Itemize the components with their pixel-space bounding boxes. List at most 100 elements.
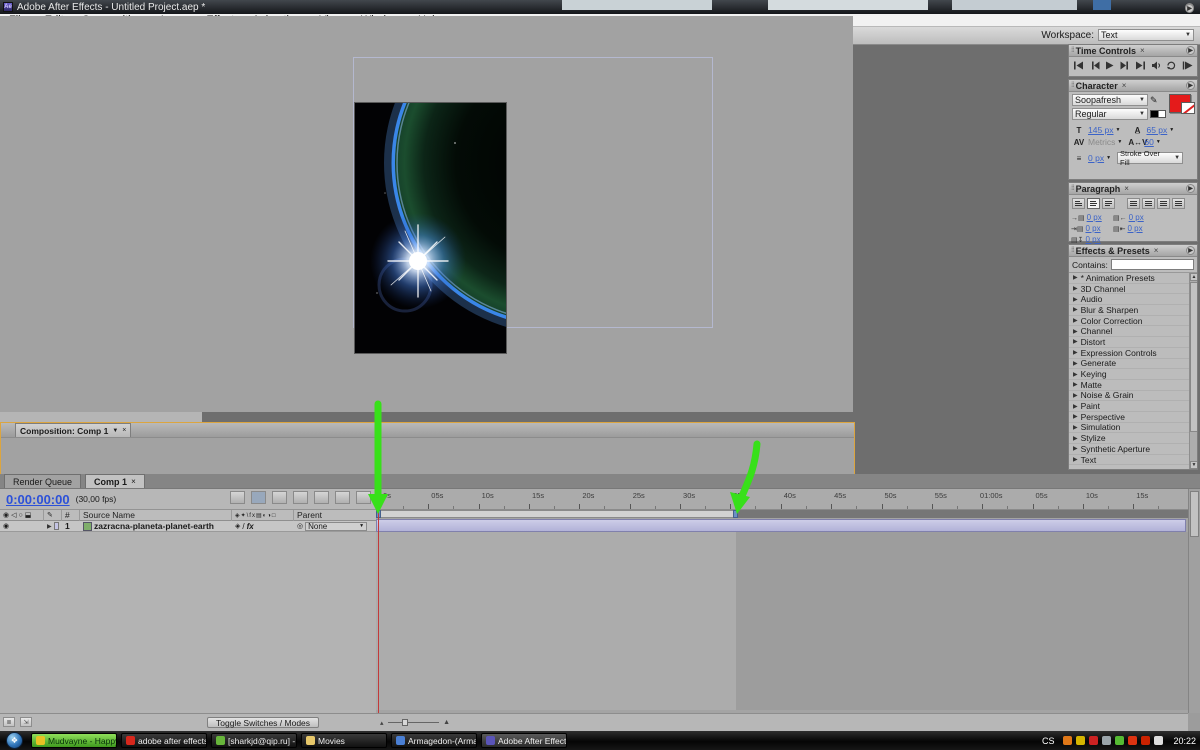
timeline-track-area[interactable]: 0s 05s 10s 15s 20s 25s 30s 35s 40s 45s 50s 55s 01:00…	[376, 489, 1188, 713]
twirl-right-icon[interactable]: ▶	[1073, 413, 1078, 420]
layer-label-chip[interactable]	[53, 522, 59, 530]
hide-shy-layers-icon[interactable]	[272, 491, 287, 504]
red-m-app-icon[interactable]	[1089, 736, 1099, 745]
align-center-button[interactable]	[1087, 198, 1100, 209]
zoom-out-mountain-icon[interactable]: ▴	[380, 719, 384, 727]
panel-menu-icon[interactable]: ▶	[1185, 4, 1194, 13]
effects-scrollbar[interactable]: ▲ ▼	[1189, 273, 1197, 469]
play-button[interactable]	[1104, 60, 1116, 71]
panel-menu-icon[interactable]: ▶	[1186, 246, 1195, 255]
close-icon[interactable]: ×	[122, 427, 126, 434]
stroke-style-select[interactable]: Stroke Over Fill ▼	[1117, 149, 1184, 167]
twirl-right-icon[interactable]: ▶	[1073, 392, 1078, 399]
language-indicator[interactable]: CS	[1042, 736, 1055, 746]
orange-app-icon[interactable]	[1063, 736, 1073, 745]
effects-category-row[interactable]: ▶ Keying	[1069, 369, 1197, 380]
auto-keyframe-icon[interactable]	[356, 491, 371, 504]
effects-category-row[interactable]: ▶ * Animation Presets	[1069, 273, 1197, 284]
justify-last-left-button[interactable]	[1127, 198, 1140, 209]
effects-category-row[interactable]: ▶ Matte	[1069, 380, 1197, 391]
work-area-bar[interactable]	[378, 510, 736, 518]
quality-switch-icon[interactable]: /	[242, 522, 244, 531]
taskbar-button-after-effects[interactable]: Adobe After Effects -...	[481, 733, 567, 748]
twirl-right-icon[interactable]: ▶	[1073, 328, 1078, 335]
multicolor-app-icon[interactable]	[1076, 736, 1086, 745]
expand-layers-icon[interactable]: ≣	[3, 717, 15, 727]
scroll-down-icon[interactable]: ▼	[1190, 461, 1197, 469]
volume-warning-icon[interactable]	[1141, 736, 1151, 745]
timeline-zoom-slider[interactable]: ▴ ▲	[380, 719, 450, 727]
effects-category-row[interactable]: ▶ Audio	[1069, 294, 1197, 306]
effects-category-row[interactable]: ▶ Perspective	[1069, 412, 1197, 423]
zoom-slider-thumb[interactable]	[401, 719, 408, 726]
contains-search-input[interactable]	[1110, 259, 1194, 270]
frame-blend-icon[interactable]	[293, 491, 308, 504]
shy-switch-icon[interactable]: ◈	[235, 522, 240, 530]
effects-category-row[interactable]: ▶ Blur & Sharpen	[1069, 305, 1197, 316]
render-queue-tab[interactable]: Render Queue	[4, 474, 82, 488]
tracking-value[interactable]: 60	[1144, 137, 1153, 147]
effects-category-row[interactable]: ▶ Generate	[1069, 358, 1197, 370]
close-icon[interactable]: ×	[1122, 81, 1127, 90]
eyedropper-icon[interactable]: ✎	[1150, 95, 1158, 106]
twirl-right-icon[interactable]: ▶	[1073, 424, 1078, 431]
panel-menu-icon[interactable]: ▶	[1186, 184, 1195, 193]
effects-category-row[interactable]: ▶ Noise & Grain	[1069, 390, 1197, 402]
twirl-right-icon[interactable]: ▶	[1073, 360, 1078, 367]
font-style-select[interactable]: Regular ▼	[1072, 108, 1148, 120]
layer-visibility-eye-icon[interactable]: ◉	[3, 522, 9, 530]
next-frame-button[interactable]	[1120, 60, 1132, 71]
taskbar-button-qip-messenger[interactable]: [sharkjd@qip.ru] - M...	[211, 733, 297, 748]
chevron-down-icon[interactable]: ▼	[1156, 139, 1161, 145]
scrollbar-thumb[interactable]	[1190, 491, 1199, 537]
justify-last-right-button[interactable]	[1157, 198, 1170, 209]
twirl-right-icon[interactable]: ▶	[1073, 445, 1078, 452]
first-frame-button[interactable]	[1073, 60, 1085, 71]
time-ruler[interactable]: 0s 05s 10s 15s 20s 25s 30s 35s 40s 45s 50s 55s 01:00…	[376, 489, 1188, 510]
panel-menu-icon[interactable]: ▶	[1186, 46, 1195, 55]
taskbar-button-folder[interactable]: Movies	[301, 733, 387, 748]
previous-frame-button[interactable]	[1089, 60, 1101, 71]
toggle-switches-modes-button[interactable]: Toggle Switches / Modes	[207, 717, 320, 728]
ram-preview-button[interactable]	[1182, 60, 1194, 71]
twirl-right-icon[interactable]: ▶	[1073, 338, 1078, 345]
taskbar-clock[interactable]: 20:22	[1173, 736, 1196, 746]
motion-blur-icon[interactable]	[314, 491, 329, 504]
close-icon[interactable]: ×	[1154, 246, 1159, 255]
chevron-down-icon[interactable]: ▼	[1169, 127, 1174, 133]
layer-expand-icon[interactable]: ▶	[47, 523, 52, 530]
expand-in-out-icon[interactable]: ⇲	[20, 717, 32, 727]
last-frame-button[interactable]	[1135, 60, 1147, 71]
align-right-button[interactable]	[1102, 198, 1115, 209]
brainstorm-icon[interactable]	[335, 491, 350, 504]
close-icon[interactable]: ×	[131, 477, 136, 486]
pickwhip-icon[interactable]: ◎	[297, 522, 303, 530]
kerning-value[interactable]: Metrics	[1088, 137, 1115, 147]
twirl-right-icon[interactable]: ▶	[1073, 274, 1078, 281]
panel-menu-icon[interactable]: ▶	[1186, 81, 1195, 90]
effects-category-row[interactable]: ▶ Simulation	[1069, 422, 1197, 434]
effects-category-row[interactable]: ▶ Color Correction	[1069, 316, 1197, 327]
chevron-down-icon[interactable]: ▼	[112, 428, 118, 434]
indent-field-2[interactable]: ▤← 0 px	[1113, 212, 1155, 223]
effects-category-row[interactable]: ▶ Paint	[1069, 401, 1197, 412]
green-utility-icon[interactable]	[1115, 736, 1125, 745]
effects-category-row[interactable]: ▶ 3D Channel	[1069, 284, 1197, 295]
font-family-select[interactable]: Soopafresh ▼	[1072, 94, 1148, 106]
twirl-right-icon[interactable]: ▶	[1073, 435, 1078, 442]
timeline-current-time[interactable]: 0:00:00:00	[6, 492, 70, 507]
leading-value[interactable]: 65 px	[1146, 125, 1167, 135]
twirl-right-icon[interactable]: ▶	[1073, 456, 1078, 463]
twirl-right-icon[interactable]: ▶	[1073, 317, 1078, 324]
font-size-value[interactable]: 145 px	[1088, 125, 1114, 135]
stroke-color-swatch[interactable]	[1181, 102, 1195, 114]
taskbar-button-aimp-player[interactable]: Mudvayne - Happy? ...	[31, 733, 117, 748]
justify-last-center-button[interactable]	[1142, 198, 1155, 209]
twirl-right-icon[interactable]: ▶	[1073, 285, 1078, 292]
effects-category-row[interactable]: ▶ Distort	[1069, 337, 1197, 348]
planet-earth-footage[interactable]	[354, 102, 507, 354]
composition-viewer[interactable]	[0, 16, 853, 412]
opera-tray-icon[interactable]	[1128, 736, 1138, 745]
close-icon[interactable]: ×	[1140, 46, 1145, 55]
taskbar-button-opera-browser[interactable]: adobe after effects - ...	[121, 733, 207, 748]
